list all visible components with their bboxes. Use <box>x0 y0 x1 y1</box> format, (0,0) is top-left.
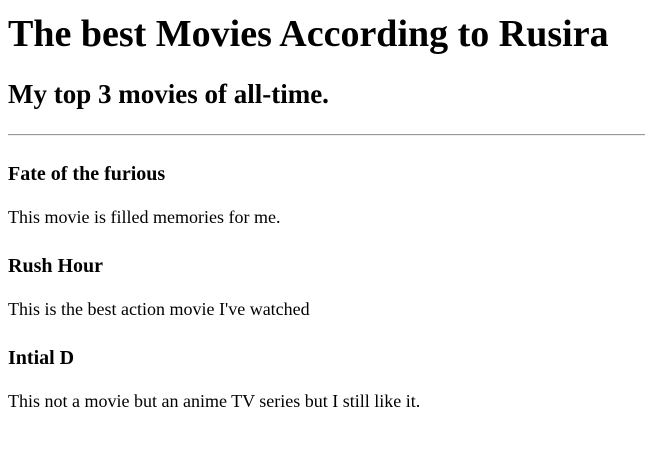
page-title: The best Movies According to Rusira <box>8 13 609 55</box>
movie-description: This not a movie but an anime TV series … <box>8 391 421 411</box>
page-content: The best Movies According to Rusira My t… <box>8 0 645 412</box>
movie-description: This movie is filled memories for me. <box>8 207 281 227</box>
page-subtitle: My top 3 movies of all-time. <box>8 79 329 109</box>
movie-item-3: Intial D This not a movie but an anime T… <box>8 346 645 412</box>
movie-item-1: Fate of the furious This movie is filled… <box>8 162 645 228</box>
movie-title: Fate of the furious <box>8 163 166 185</box>
movie-title: Intial D <box>8 347 75 369</box>
movie-item-2: Rush Hour This is the best action movie … <box>8 254 645 320</box>
movie-description: This is the best action movie I've watch… <box>8 299 310 319</box>
movie-title: Rush Hour <box>8 255 104 277</box>
divider <box>8 134 645 136</box>
